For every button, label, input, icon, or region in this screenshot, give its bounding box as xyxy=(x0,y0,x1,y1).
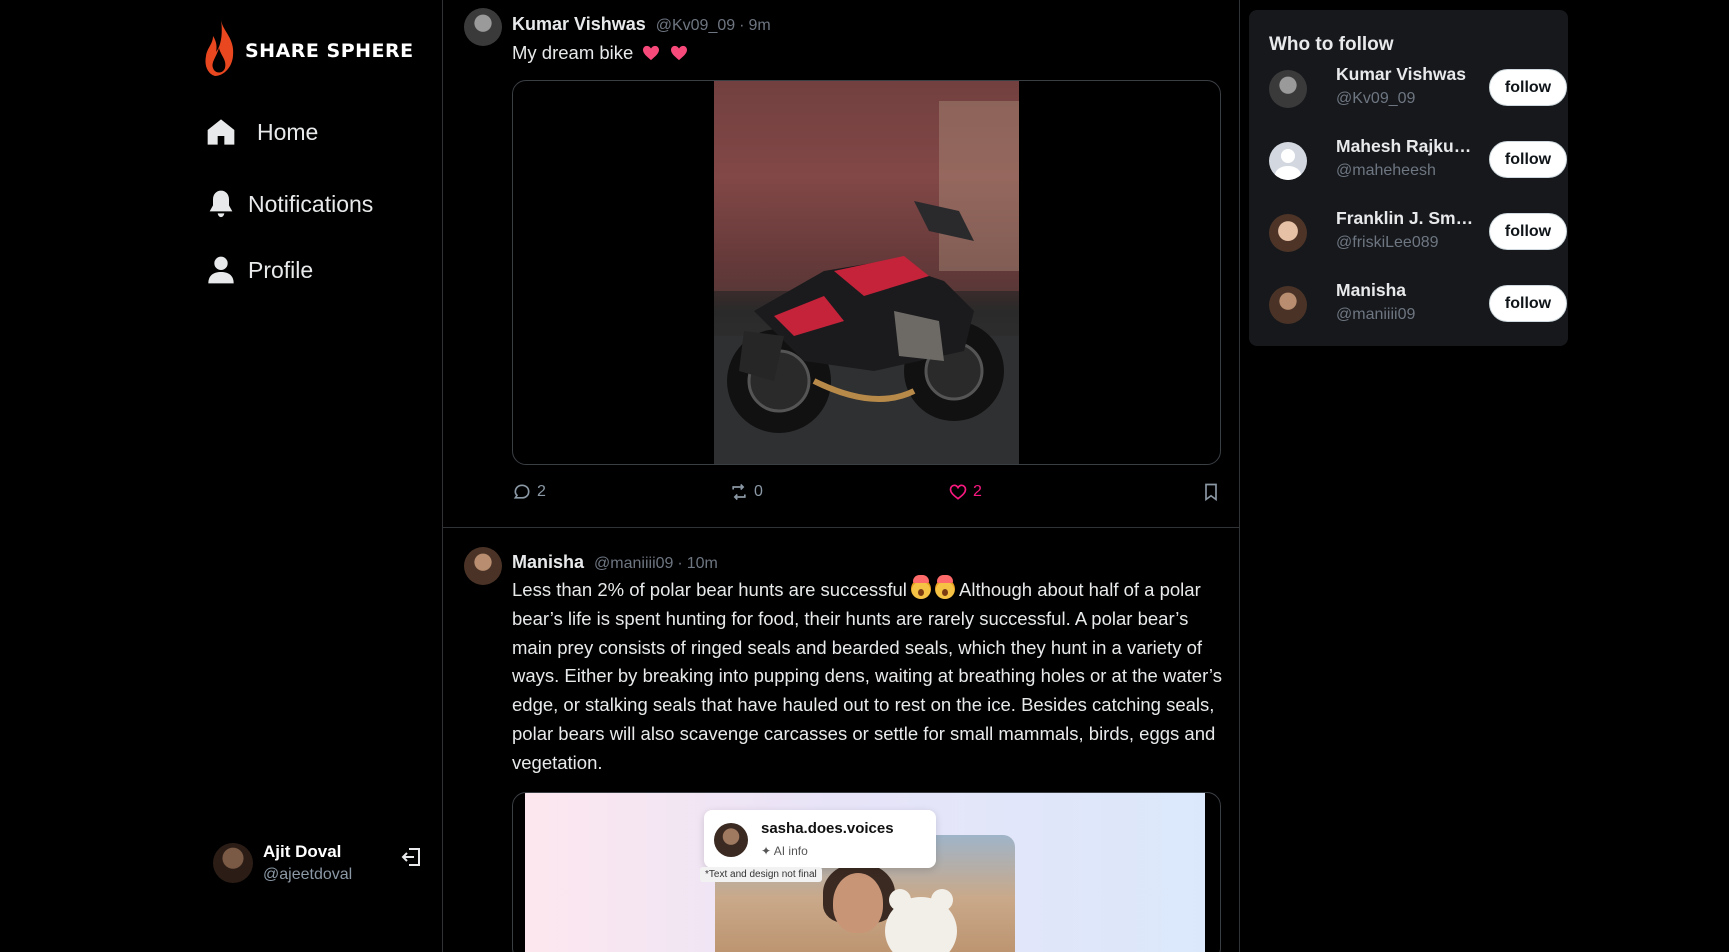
current-user[interactable]: Ajit Doval @ajeetdoval xyxy=(213,842,352,884)
follow-button[interactable]: follow xyxy=(1489,141,1567,178)
suggested-user[interactable]: Manisha @maniiii09 follow xyxy=(1269,280,1567,332)
post-text: Less than 2% of polar bear hunts are suc… xyxy=(512,575,1224,778)
suggested-user-handle: @Kv09_09 xyxy=(1336,90,1416,107)
suggested-user-name: Franklin J. Smith xyxy=(1336,208,1476,228)
nav-home-label: Home xyxy=(257,118,319,145)
suggested-user-avatar xyxy=(1269,70,1307,108)
nav-profile[interactable]: Profile xyxy=(205,254,313,286)
post-header: Kumar Vishwas @Kv09_09 · 9m xyxy=(512,14,771,35)
suggested-user-name: Kumar Vishwas xyxy=(1336,64,1467,84)
post-author-name[interactable]: Manisha xyxy=(512,552,584,573)
reply-count: 2 xyxy=(537,483,546,500)
repost-count: 0 xyxy=(754,483,763,500)
nav-notifications[interactable]: Notifications xyxy=(205,188,373,220)
suggested-user-avatar xyxy=(1269,286,1307,324)
post-media[interactable]: sasha.does.voices ✦ AI info *Text and de… xyxy=(512,792,1221,952)
post-author-avatar[interactable] xyxy=(464,547,502,585)
bookmark-icon xyxy=(1205,483,1217,502)
exploding-head-emoji-icon xyxy=(934,575,955,599)
current-user-handle: @ajeetdoval xyxy=(263,866,353,883)
bell-icon xyxy=(209,190,233,218)
comment-icon xyxy=(513,484,530,499)
app-name: SHARE SPHERE xyxy=(245,40,414,62)
like-count: 2 xyxy=(973,483,982,500)
promo-card-name: sasha.does.voices xyxy=(761,820,894,837)
who-to-follow-title: Who to follow xyxy=(1269,34,1394,55)
motorcycle-illustration xyxy=(714,81,1019,464)
follow-button[interactable]: follow xyxy=(1489,213,1567,250)
promo-note: *Text and design not final xyxy=(700,867,822,882)
post-body-tail: Although about half of a polar bear’s li… xyxy=(512,579,1222,773)
app-logo[interactable]: SHARE SPHERE xyxy=(203,18,414,78)
post-header: Manisha @maniiii09 · 10m xyxy=(512,552,718,573)
suggested-user-name: Mahesh Rajkumar xyxy=(1336,136,1476,156)
like-button[interactable]: 2 xyxy=(948,482,982,502)
polar-bear-plush xyxy=(885,889,957,952)
post-separator: · xyxy=(677,555,683,572)
suggested-user-handle: @maniiii09 xyxy=(1336,306,1416,323)
post-actions: 2 0 2 xyxy=(512,482,1224,506)
left-sidebar: SHARE SPHERE Home Notifications Profile … xyxy=(0,0,443,952)
post-time: 9m xyxy=(748,17,771,34)
post-body: My dream bike xyxy=(512,42,634,63)
heart-icon xyxy=(949,484,967,500)
user-icon xyxy=(208,256,234,284)
promo-ai-info: ✦ AI info xyxy=(761,844,808,858)
follow-button[interactable]: follow xyxy=(1489,69,1567,106)
post-time: 10m xyxy=(686,555,718,572)
suggested-user[interactable]: Kumar Vishwas @Kv09_09 follow xyxy=(1269,64,1567,116)
follow-button[interactable]: follow xyxy=(1489,285,1567,322)
repost-icon xyxy=(732,483,746,501)
post-author-handle: @maniiii09 xyxy=(594,555,674,572)
current-user-avatar xyxy=(213,843,253,883)
suggested-user[interactable]: Franklin J. Smith @friskiLee089 follow xyxy=(1269,208,1567,260)
post-author-avatar[interactable] xyxy=(464,8,502,46)
home-icon xyxy=(207,119,235,145)
exploding-head-emoji-icon xyxy=(910,575,931,599)
nav-home[interactable]: Home xyxy=(205,116,318,148)
heart-emoji-icon xyxy=(643,45,660,61)
post-text: My dream bike xyxy=(512,39,1224,68)
reply-button[interactable]: 2 xyxy=(512,482,546,502)
post-separator: · xyxy=(739,17,745,34)
motorcycle-image xyxy=(714,81,1019,464)
heart-emoji-icon xyxy=(670,45,687,61)
logout-icon[interactable] xyxy=(400,845,424,869)
post-body-head: Less than 2% of polar bear hunts are suc… xyxy=(512,579,907,600)
nav-profile-label: Profile xyxy=(248,256,314,283)
suggested-user[interactable]: Mahesh Rajkumar @maheheesh follow xyxy=(1269,136,1567,188)
post[interactable]: Manisha @maniiii09 · 10m Less than 2% of… xyxy=(443,528,1239,952)
suggested-user-handle: @maheheesh xyxy=(1336,162,1436,179)
promo-profile-card: sasha.does.voices ✦ AI info xyxy=(704,810,936,868)
repost-button[interactable]: 0 xyxy=(729,482,763,502)
post-media[interactable] xyxy=(512,80,1221,465)
flame-icon xyxy=(205,20,234,76)
promo-image: sasha.does.voices ✦ AI info *Text and de… xyxy=(525,793,1205,952)
post[interactable]: Kumar Vishwas @Kv09_09 · 9m My dream bik… xyxy=(443,0,1239,528)
feed: Kumar Vishwas @Kv09_09 · 9m My dream bik… xyxy=(443,0,1240,952)
bookmark-button[interactable] xyxy=(1201,482,1221,502)
current-user-name: Ajit Doval xyxy=(263,842,342,861)
who-to-follow-panel: Who to follow Kumar Vishwas @Kv09_09 fol… xyxy=(1249,10,1568,346)
post-author-handle: @Kv09_09 xyxy=(655,17,736,34)
suggested-user-handle: @friskiLee089 xyxy=(1336,234,1439,251)
post-author-name[interactable]: Kumar Vishwas xyxy=(512,14,646,35)
promo-avatar xyxy=(714,823,748,857)
default-avatar-icon xyxy=(1269,142,1307,180)
suggested-user-name: Manisha xyxy=(1336,280,1407,300)
nav-notifications-label: Notifications xyxy=(248,190,374,217)
suggested-user-avatar xyxy=(1269,214,1307,252)
